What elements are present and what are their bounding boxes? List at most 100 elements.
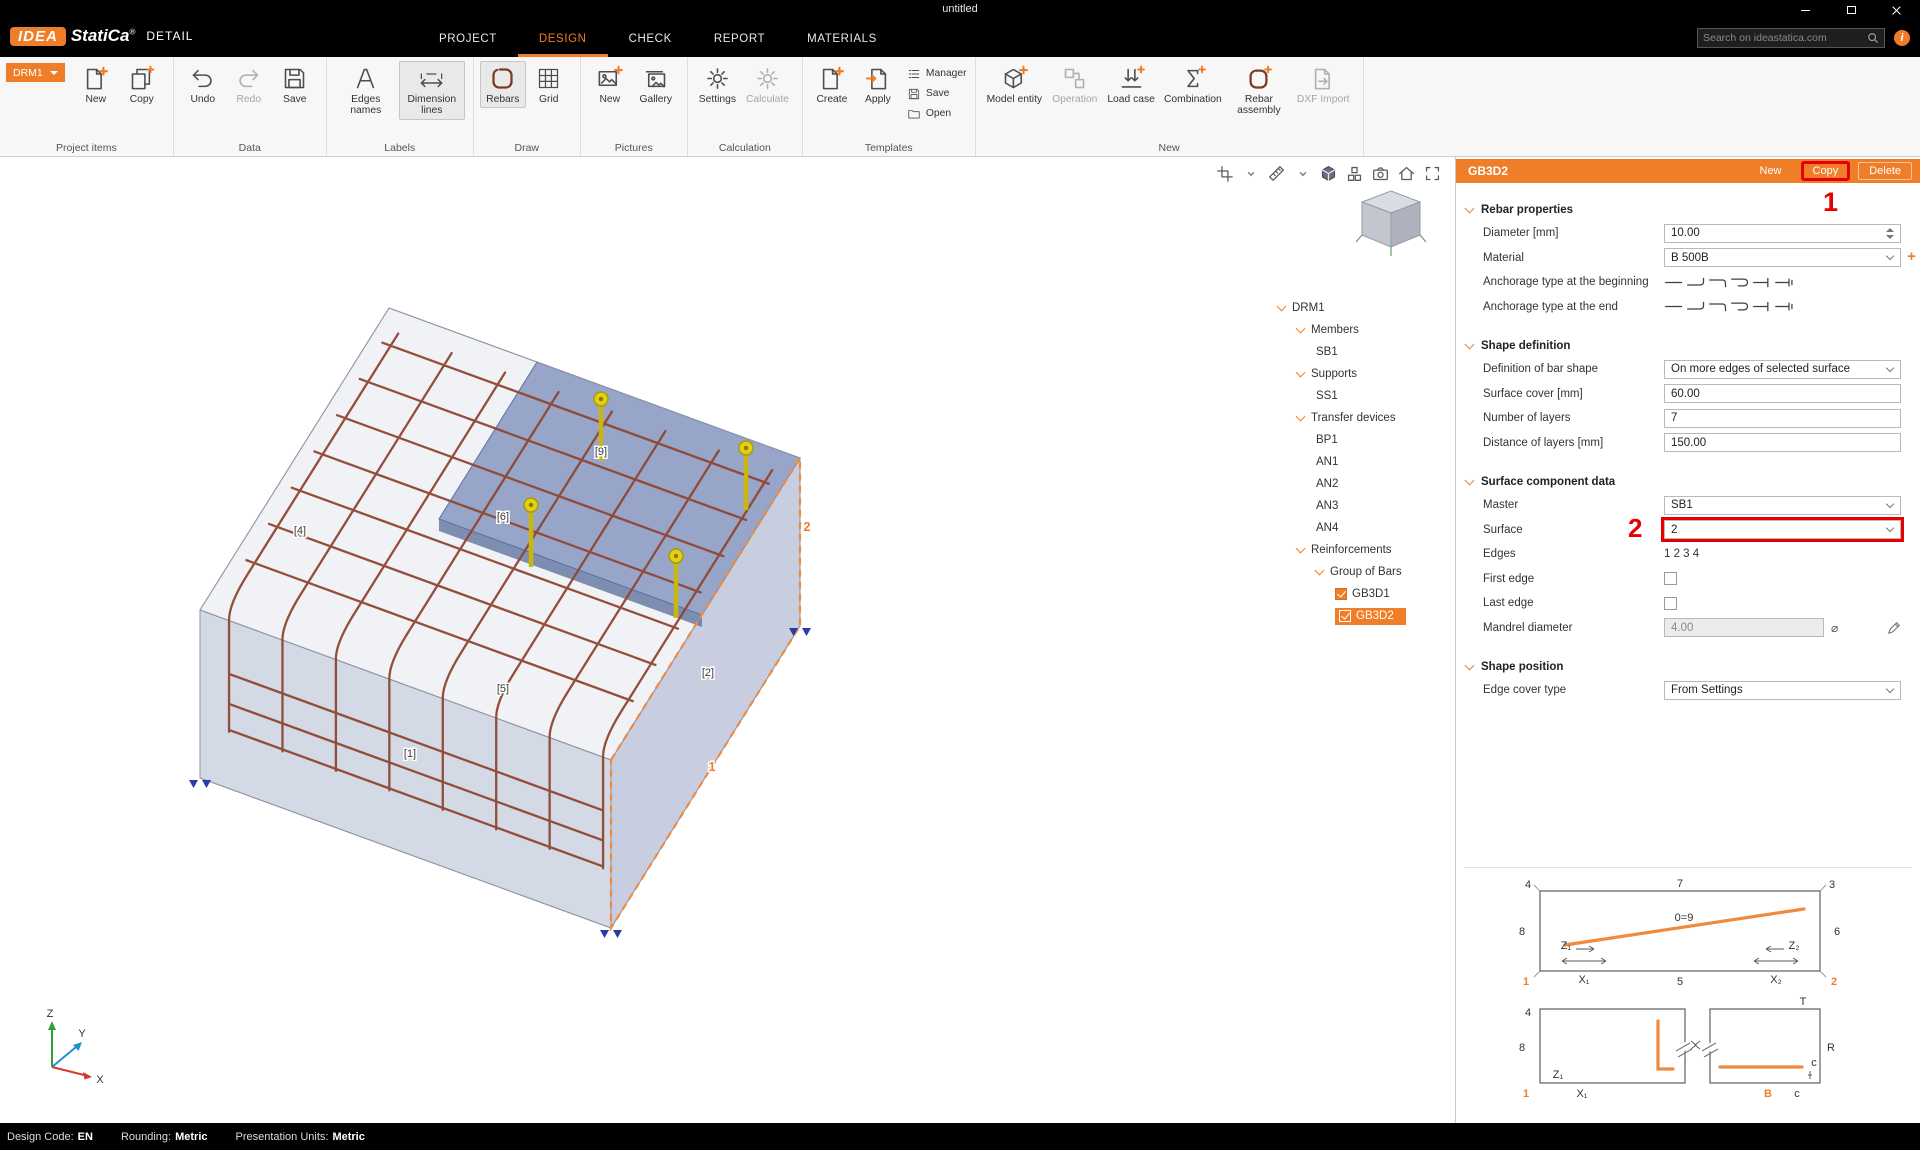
section-header-surface-component-data[interactable]: Surface component data [1456, 471, 1920, 493]
tree-checkbox-gb3d1[interactable] [1335, 588, 1347, 600]
anchorage-type-5-icon[interactable] [1752, 299, 1772, 314]
tree-checkbox-gb3d2[interactable] [1339, 610, 1351, 622]
close-button[interactable] [1874, 0, 1920, 20]
panel-delete-button[interactable]: Delete [1858, 162, 1912, 180]
checkbox-last-edge[interactable] [1664, 597, 1677, 610]
ribbon-button-pictures-new[interactable]: New [587, 61, 633, 108]
select-master[interactable]: SB1 [1664, 496, 1901, 515]
select-surface[interactable]: 2 [1664, 520, 1901, 539]
ribbon-button-new-model-entity[interactable]: Model entity [982, 61, 1048, 108]
anchorage-type-4-icon[interactable] [1730, 299, 1750, 314]
tree-item-sb1[interactable]: SB1 [1272, 341, 1454, 363]
ribbon-button-labels-dimension-lines[interactable]: Dimension lines [399, 61, 465, 120]
ribbon-button-templates-apply[interactable]: Apply [855, 61, 901, 108]
search-icon[interactable] [1867, 32, 1879, 44]
input-diameter-mm[interactable]: 10.00 [1664, 224, 1901, 243]
checkbox-first-edge[interactable] [1664, 572, 1677, 585]
tree-item-reinforcements[interactable]: Reinforcements [1272, 539, 1454, 561]
tree-item-an3[interactable]: AN3 [1272, 495, 1454, 517]
anchorage-type-1-icon[interactable] [1664, 299, 1684, 314]
ribbon-button-data-redo[interactable]: Redo [226, 61, 272, 108]
anchorage-type-3-icon[interactable] [1708, 275, 1728, 290]
tree-item-transfer-devices[interactable]: Transfer devices [1272, 407, 1454, 429]
home-view-icon[interactable] [1396, 163, 1417, 184]
section-header-shape-position[interactable]: Shape position [1456, 656, 1920, 678]
section-header-rebar-properties[interactable]: Rebar properties [1456, 199, 1920, 221]
model-canvas[interactable]: [4][6][9][5][1][2]12 [0, 157, 1455, 1123]
ribbon-button-new-dxf-import[interactable]: DXF Import [1292, 61, 1355, 108]
ribbon-button-templates-create[interactable]: Create [809, 61, 855, 108]
tree-item-drm1[interactable]: DRM1 [1272, 297, 1454, 319]
panel-copy-button[interactable]: Copy [1801, 161, 1851, 181]
ribbon-button-draw-grid[interactable]: Grid [526, 61, 572, 108]
view-cube-icon[interactable] [1318, 163, 1339, 184]
ribbon-button-new-load-case[interactable]: Load case [1102, 61, 1160, 108]
chevron-down-icon[interactable] [1296, 368, 1306, 378]
chevron-down-icon[interactable] [1315, 566, 1325, 576]
search-input[interactable] [1703, 32, 1867, 44]
chevron-down-icon[interactable] [1277, 302, 1287, 312]
ribbon-button-data-save[interactable]: Save [272, 61, 318, 108]
edit-pencil-icon[interactable] [1887, 621, 1901, 635]
panel-new-button[interactable]: New [1749, 162, 1793, 180]
measure-tool-icon[interactable] [1266, 163, 1287, 184]
tree-item-members[interactable]: Members [1272, 319, 1454, 341]
section-header-shape-definition[interactable]: Shape definition [1456, 335, 1920, 357]
tree-item-supports[interactable]: Supports [1272, 363, 1454, 385]
ribbon-button-templates-manager[interactable]: Manager [907, 65, 967, 82]
anchorage-type-2-icon[interactable] [1686, 299, 1706, 314]
tab-check[interactable]: CHECK [608, 20, 693, 57]
ribbon-button-project-items-new[interactable]: New [73, 61, 119, 108]
parts-view-icon[interactable] [1344, 163, 1365, 184]
select-edge-cover-type[interactable]: From Settings [1664, 681, 1901, 700]
search-box[interactable] [1697, 28, 1885, 48]
navigation-cube[interactable] [1352, 183, 1430, 267]
tree-item-an1[interactable]: AN1 [1272, 451, 1454, 473]
section-tool-icon[interactable] [1214, 163, 1235, 184]
input-surface-cover-mm[interactable]: 60.00 [1664, 384, 1901, 403]
fit-view-icon[interactable] [1422, 163, 1443, 184]
ribbon-button-new-rebar-assembly[interactable]: Rebar assembly [1226, 61, 1292, 120]
anchorage-type-6-icon[interactable] [1774, 299, 1794, 314]
anchorage-type-2-icon[interactable] [1686, 275, 1706, 290]
tree-item-an4[interactable]: AN4 [1272, 517, 1454, 539]
chevron-down-icon[interactable] [1292, 163, 1313, 184]
input-distance-of-layers-mm[interactable]: 150.00 [1664, 433, 1901, 452]
tab-design[interactable]: DESIGN [518, 20, 608, 57]
chevron-down-icon[interactable] [1240, 163, 1261, 184]
ribbon-button-new-combination[interactable]: Combination [1160, 61, 1226, 108]
minimize-button[interactable] [1782, 0, 1828, 20]
tree-selection[interactable]: GB3D2 [1335, 608, 1406, 625]
anchorage-type-4-icon[interactable] [1730, 275, 1750, 290]
ribbon-button-calculation-settings[interactable]: Settings [694, 61, 741, 108]
ribbon-button-templates-open[interactable]: Open [907, 105, 967, 122]
ribbon-button-templates-save[interactable]: Save [907, 85, 967, 102]
tree-item-gb3d2[interactable]: GB3D2 [1272, 605, 1454, 627]
tree-item-bp1[interactable]: BP1 [1272, 429, 1454, 451]
ribbon-button-draw-rebars[interactable]: Rebars [480, 61, 526, 108]
ribbon-button-new-operation[interactable]: Operation [1047, 61, 1102, 108]
tree-item-gb3d1[interactable]: GB3D1 [1272, 583, 1454, 605]
info-icon[interactable]: i [1894, 30, 1910, 46]
select-definition-of-bar-shape[interactable]: On more edges of selected surface [1664, 360, 1901, 379]
input-number-of-layers[interactable]: 7 [1664, 409, 1901, 428]
anchorage-type-1-icon[interactable] [1664, 275, 1684, 290]
anchorage-type-6-icon[interactable] [1774, 275, 1794, 290]
tab-report[interactable]: REPORT [693, 20, 786, 57]
anchorage-type-3-icon[interactable] [1708, 299, 1728, 314]
camera-view-icon[interactable] [1370, 163, 1391, 184]
select-material[interactable]: B 500B [1664, 248, 1901, 267]
tab-materials[interactable]: MATERIALS [786, 20, 898, 57]
project-item-selector[interactable]: DRM1 [6, 63, 65, 82]
chevron-down-icon[interactable] [1296, 544, 1306, 554]
3d-viewport[interactable]: [4][6][9][5][1][2]12 Z Y X DRM1MembersSB… [0, 157, 1455, 1123]
tree-item-an2[interactable]: AN2 [1272, 473, 1454, 495]
tree-item-ss1[interactable]: SS1 [1272, 385, 1454, 407]
chevron-down-icon[interactable] [1296, 324, 1306, 334]
anchorage-type-5-icon[interactable] [1752, 275, 1772, 290]
ribbon-button-data-undo[interactable]: Undo [180, 61, 226, 108]
chevron-down-icon[interactable] [1296, 412, 1306, 422]
ribbon-button-pictures-gallery[interactable]: Gallery [633, 61, 679, 108]
ribbon-button-labels-edges-names[interactable]: Edges names [333, 61, 399, 120]
ribbon-button-calculation-calculate[interactable]: Calculate [741, 61, 794, 108]
